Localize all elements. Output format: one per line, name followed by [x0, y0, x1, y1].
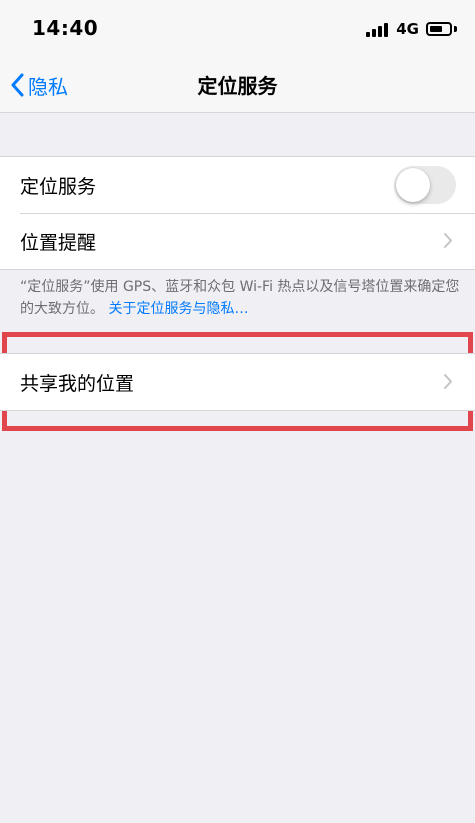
location-services-row: 定位服务	[0, 157, 475, 213]
privacy-link[interactable]: 关于定位服务与隐私…	[108, 301, 248, 317]
status-indicators: 4G	[366, 18, 457, 40]
navigation-bar: 隐私 定位服务	[0, 58, 475, 113]
location-alerts-label: 位置提醒	[20, 231, 97, 254]
share-my-location-label: 共享我的位置	[20, 372, 135, 395]
location-services-footer: “定位服务”使用 GPS、蓝牙和众包 Wi-Fi 热点以及信号塔位置来确定您的大…	[20, 276, 460, 320]
status-bar: 14:40 4G	[0, 0, 475, 58]
battery-fill	[430, 26, 442, 32]
location-services-label: 定位服务	[20, 175, 97, 198]
page-title: 定位服务	[197, 74, 278, 98]
share-location-group: 共享我的位置	[0, 353, 475, 411]
location-settings-group: 定位服务 位置提醒	[0, 156, 475, 270]
battery-tip	[454, 26, 457, 32]
location-alerts-row[interactable]: 位置提醒	[0, 213, 475, 269]
share-my-location-row[interactable]: 共享我的位置	[0, 354, 475, 410]
chevron-right-icon	[443, 373, 453, 390]
chevron-right-icon	[443, 232, 453, 249]
status-time: 14:40	[32, 16, 99, 40]
battery-icon	[426, 22, 452, 36]
toggle-knob	[396, 168, 430, 202]
cellular-signal-icon	[366, 21, 390, 37]
location-services-toggle[interactable]	[394, 166, 456, 204]
network-type-label: 4G	[396, 20, 419, 38]
